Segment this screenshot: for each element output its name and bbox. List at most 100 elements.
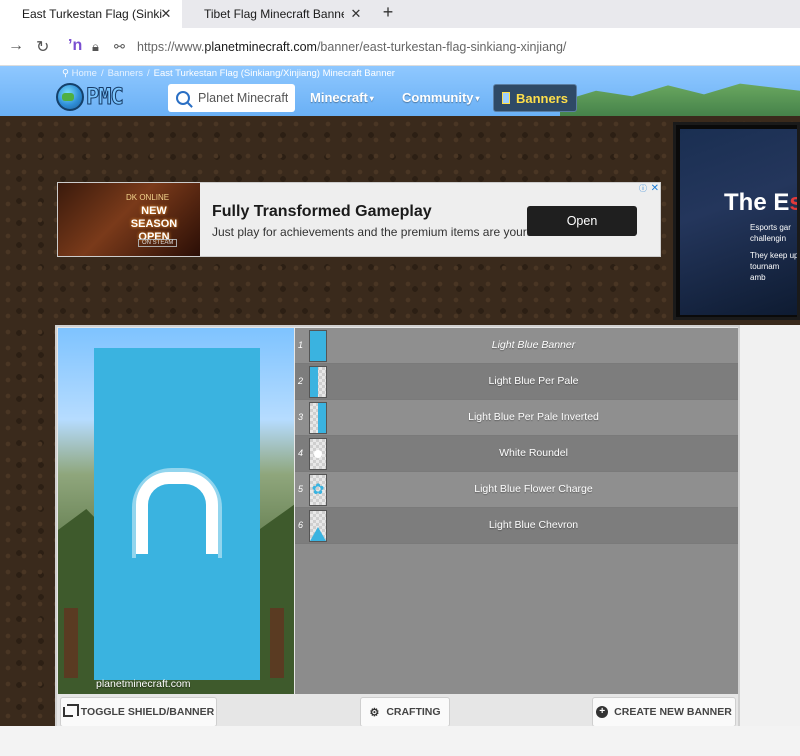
layer-label: Light Blue Per Pale Inverted bbox=[468, 411, 599, 423]
layer-number: 4 bbox=[298, 448, 304, 458]
search-input[interactable] bbox=[198, 91, 288, 105]
ad-info-icon[interactable]: ⓘ bbox=[638, 184, 648, 194]
search-icon bbox=[176, 91, 190, 105]
tab-east-turkestan[interactable]: East Turkestan Flag (Sinkiang/Xinjiang) … bbox=[0, 0, 182, 28]
close-icon[interactable]: ✕ bbox=[348, 6, 364, 22]
crafting-label: CRAFTING bbox=[386, 706, 441, 718]
layer-number: 5 bbox=[298, 484, 304, 494]
layer-number: 6 bbox=[298, 520, 304, 530]
banner-editor: planetminecraft.com 1 Light Blue Banner … bbox=[55, 325, 740, 730]
layer-number: 3 bbox=[298, 412, 304, 422]
url-domain: planetminecraft.com bbox=[204, 40, 317, 54]
banner-flag bbox=[94, 348, 260, 680]
banners-button[interactable]: Banners bbox=[493, 84, 577, 112]
side-ad-line: challengin bbox=[750, 234, 787, 243]
tab-tibet[interactable]: Tibet Flag Minecraft Banner ✕ bbox=[182, 0, 372, 28]
advertisement[interactable]: DK ONLINE NEW SEASON OPEN ON STEAM Fully… bbox=[57, 182, 661, 257]
roundel-leg bbox=[206, 520, 218, 554]
header-landscape bbox=[560, 83, 800, 116]
ad-close-icon[interactable]: ✕ bbox=[651, 183, 659, 194]
nav-label: Community bbox=[402, 90, 474, 105]
logo-text: PMC bbox=[86, 84, 125, 110]
banner-icon bbox=[501, 92, 510, 104]
breadcrumb: ⚲ Home / Banners / East Turkestan Flag (Sink… bbox=[62, 68, 395, 79]
lock-icon[interactable]: 🔒︎ bbox=[92, 39, 99, 55]
address-bar: → ↻ ʼn 🔒︎ ⚯ https://www.planetminecraft.… bbox=[0, 28, 800, 66]
nav-minecraft[interactable]: Minecraft ▾ bbox=[310, 90, 374, 105]
gear-icon: ⚙ bbox=[369, 706, 380, 719]
side-ad-text: Esports gar challengin They keep up- tou… bbox=[750, 222, 800, 283]
url-path: /banner/east-turkestan-flag-sinkiang-xin… bbox=[316, 40, 567, 54]
create-label: CREATE NEW BANNER bbox=[614, 706, 732, 718]
ad-store: ON STEAM bbox=[138, 239, 178, 247]
pattern-pale-inverted-icon bbox=[309, 402, 327, 434]
browser-tab-bar: East Turkestan Flag (Sinkiang/Xinjiang) … bbox=[0, 0, 800, 28]
ad-open-button[interactable]: Open bbox=[527, 206, 637, 236]
layer-label: Light Blue Flower Charge bbox=[474, 483, 593, 495]
layer-label: Light Blue Banner bbox=[491, 339, 576, 351]
layer-row[interactable]: 3 Light Blue Per Pale Inverted bbox=[295, 400, 738, 436]
pattern-pale-icon bbox=[309, 366, 327, 398]
search-box[interactable] bbox=[168, 84, 295, 112]
nav-label: Minecraft bbox=[310, 90, 368, 105]
breadcrumb-home[interactable]: Home bbox=[72, 68, 97, 79]
ad-subline: Just play for achievements and the premi… bbox=[212, 225, 537, 239]
chevron-down-icon: ▾ bbox=[369, 94, 374, 104]
ad-brand: DK ONLINE bbox=[126, 193, 170, 202]
pattern-chevron-icon bbox=[309, 510, 327, 542]
forward-icon[interactable]: → bbox=[8, 37, 24, 55]
crafting-button[interactable]: ⚙ CRAFTING bbox=[360, 697, 450, 727]
pattern-roundel-icon bbox=[309, 438, 327, 470]
roundel-leg bbox=[136, 520, 148, 554]
crop-icon bbox=[62, 704, 79, 717]
banners-label: Banners bbox=[515, 90, 569, 106]
ad-headline[interactable]: Fully Transformed Gameplay bbox=[212, 203, 432, 221]
footer-strip bbox=[0, 726, 800, 756]
extension-icon[interactable]: ʼn bbox=[68, 37, 82, 55]
layer-label: Light Blue Chevron bbox=[488, 519, 579, 531]
reload-icon[interactable]: ↻ bbox=[36, 37, 49, 57]
layer-label: White Roundel bbox=[499, 447, 568, 459]
side-ad-line: Esports gar bbox=[750, 223, 791, 232]
url-prefix: https://www. bbox=[137, 40, 205, 54]
roundel-emblem bbox=[132, 468, 222, 558]
side-ad-title-white: The E bbox=[724, 189, 790, 216]
layer-row[interactable]: 2 Light Blue Per Pale bbox=[295, 364, 738, 400]
new-tab-button[interactable]: + bbox=[378, 2, 398, 23]
banner-preview: planetminecraft.com bbox=[58, 328, 294, 694]
layer-row[interactable]: 6 Light Blue Chevron bbox=[295, 508, 738, 544]
tab-title: East Turkestan Flag (Sinkiang/Xinjiang) … bbox=[22, 7, 162, 21]
site-settings-icon[interactable]: ⚯ bbox=[114, 39, 125, 55]
pattern-flower-icon: ✿ bbox=[309, 474, 327, 506]
site-header: ⚲ Home / Banners / East Turkestan Flag (Sink… bbox=[0, 66, 800, 116]
watermark: planetminecraft.com bbox=[96, 678, 191, 690]
toggle-label: TOGGLE SHIELD/BANNER bbox=[80, 706, 215, 718]
url-field[interactable]: https://www.planetminecraft.com/banner/e… bbox=[137, 40, 566, 54]
side-ad-line: tournam bbox=[750, 262, 780, 271]
side-ad-line: They keep up- bbox=[750, 251, 800, 260]
tab-title: Tibet Flag Minecraft Banner bbox=[204, 7, 344, 21]
layer-row[interactable]: 1 Light Blue Banner bbox=[295, 328, 738, 364]
layer-number: 1 bbox=[298, 340, 304, 350]
breadcrumb-current: East Turkestan Flag (Sinkiang/Xinjiang) … bbox=[153, 68, 395, 79]
close-icon[interactable]: ✕ bbox=[158, 6, 174, 22]
side-advertisement[interactable]: The Es Esports gar challengin They keep … bbox=[673, 122, 800, 320]
layer-row[interactable]: 4 White Roundel bbox=[295, 436, 738, 472]
layer-number: 2 bbox=[298, 376, 304, 386]
toggle-shield-banner-button[interactable]: TOGGLE SHIELD/BANNER bbox=[60, 697, 217, 727]
breadcrumb-banners[interactable]: Banners bbox=[108, 68, 143, 79]
globe-icon bbox=[56, 83, 84, 111]
chevron-down-icon: ▾ bbox=[475, 94, 480, 104]
home-icon: ⚲ bbox=[62, 68, 69, 79]
pmc-logo[interactable]: PMC bbox=[56, 82, 160, 112]
tree-trunk bbox=[270, 608, 284, 678]
layer-label: Light Blue Per Pale bbox=[488, 375, 579, 387]
ad-image[interactable]: DK ONLINE NEW SEASON OPEN ON STEAM bbox=[58, 183, 200, 256]
side-ad-title: The Es bbox=[724, 189, 797, 217]
right-panel bbox=[740, 325, 800, 726]
plus-icon: + bbox=[596, 706, 609, 718]
nav-community[interactable]: Community ▾ bbox=[402, 90, 480, 105]
layer-row[interactable]: 5 ✿ Light Blue Flower Charge bbox=[295, 472, 738, 508]
tree-trunk bbox=[64, 608, 78, 678]
create-new-banner-button[interactable]: + CREATE NEW BANNER bbox=[592, 697, 736, 727]
